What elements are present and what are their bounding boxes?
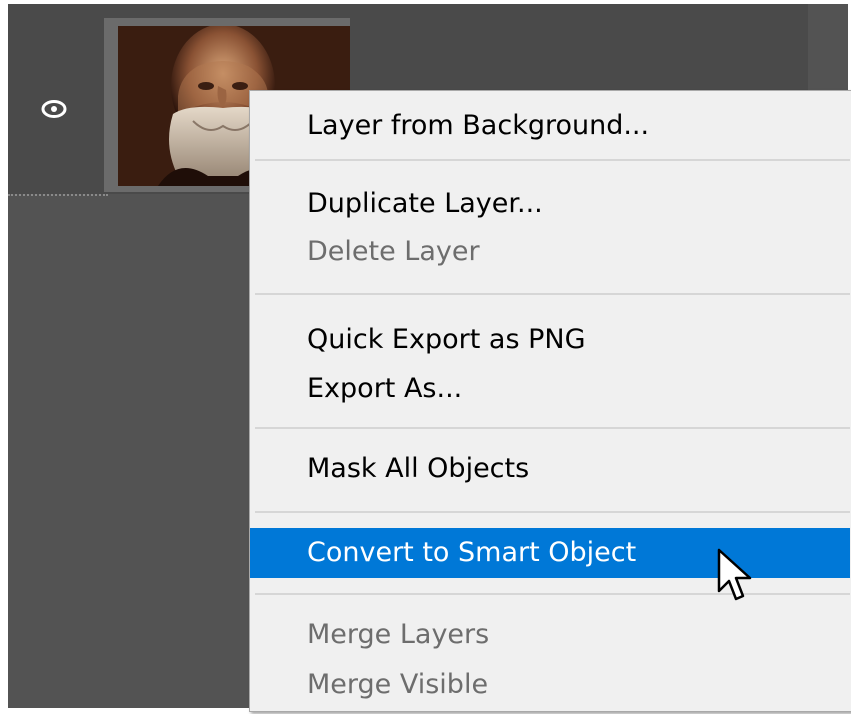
menu-item-convert-to-smart-object[interactable]: Convert to Smart Object xyxy=(250,528,850,578)
layer-context-menu: Layer from Background... Duplicate Layer… xyxy=(249,90,851,712)
menu-item-mask-all-objects[interactable]: Mask All Objects xyxy=(250,444,850,494)
menu-separator xyxy=(255,293,850,295)
menu-item-merge-visible: Merge Visible xyxy=(307,669,489,700)
menu-separator xyxy=(255,159,850,161)
arrow-pointer-icon xyxy=(717,548,752,601)
menu-separator xyxy=(255,593,850,595)
menu-separator xyxy=(255,511,850,513)
eye-icon[interactable] xyxy=(40,98,68,120)
menu-item-layer-from-background[interactable]: Layer from Background... xyxy=(250,101,850,151)
menu-item-delete-layer: Delete Layer xyxy=(307,236,480,267)
menu-separator xyxy=(255,427,850,429)
menu-item-quick-export-png[interactable]: Quick Export as PNG xyxy=(250,315,850,365)
menu-item-export-as[interactable]: Export As... xyxy=(250,364,850,414)
layer-divider xyxy=(8,194,108,196)
menu-item-duplicate-layer[interactable]: Duplicate Layer... xyxy=(250,179,850,229)
menu-item-merge-layers: Merge Layers xyxy=(307,619,490,650)
